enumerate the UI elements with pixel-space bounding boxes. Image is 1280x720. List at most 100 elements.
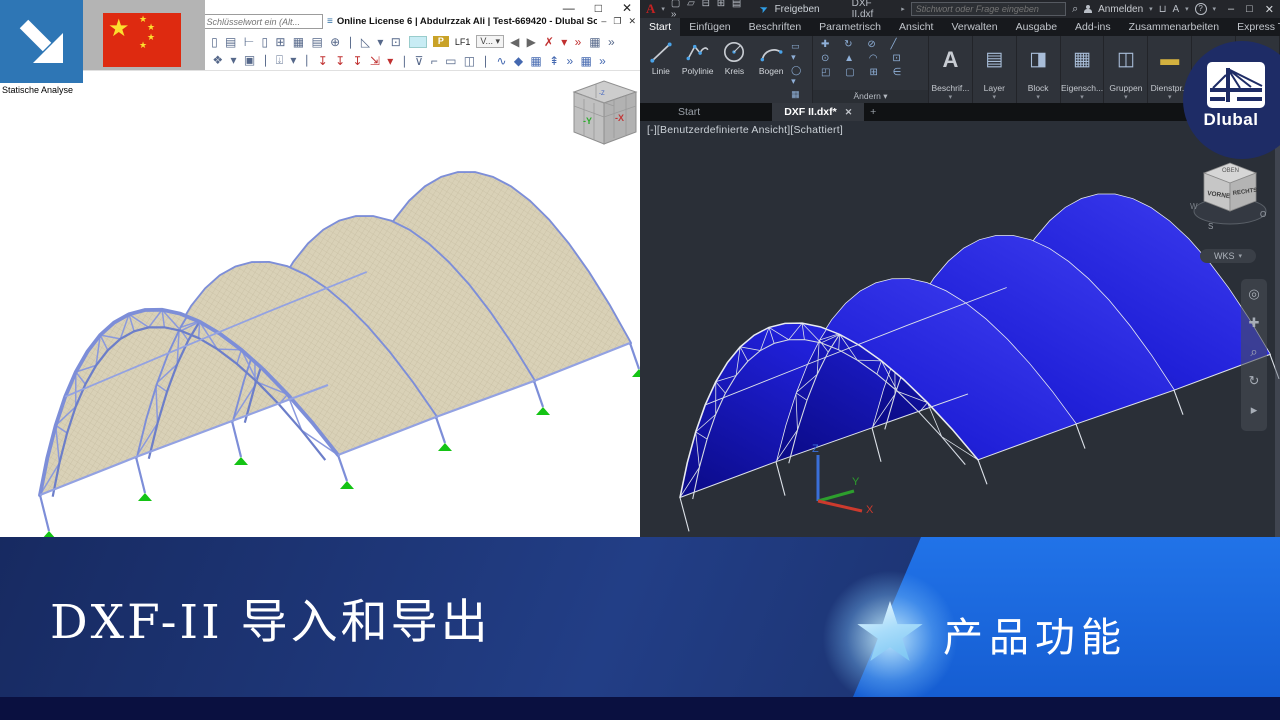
chevron-down-icon[interactable]: ▾ bbox=[661, 5, 665, 13]
navigation-bar[interactable]: ◎ ✚ ⌕ ↻ ▸ bbox=[1241, 279, 1267, 431]
autocad-window: A ▾ ▢ ▱ ⊟ ⊞ ▤ » ➤ Freigeben DXF II.dxf ▸… bbox=[640, 0, 1280, 537]
ribbon-tab-zusammenarbeiten[interactable]: Zusammenarbeiten bbox=[1120, 18, 1228, 36]
ribbon-tab-beschriften[interactable]: Beschriften bbox=[740, 18, 811, 36]
ribbon-tab-ausgabe[interactable]: Ausgabe bbox=[1007, 18, 1066, 36]
panel-label-aendern[interactable]: Ändern ▾ bbox=[813, 90, 928, 103]
ribbon-tab-addins[interactable]: Add-ins bbox=[1066, 18, 1120, 36]
viewcube-front-label[interactable]: -Y bbox=[583, 116, 592, 126]
polyline-tool-button[interactable]: Polylinie bbox=[681, 39, 715, 76]
rfem-toolbar-row2: ▾ ▢ ▾ ❖ ▾ ▣ ∣ ⍗ ▾ ∣ ↧ ↧ ↧ ⇲ ▾ ∣ ⊽ ⌐ ▭ ◫ … bbox=[167, 51, 640, 70]
panel-layer[interactable]: ▤ Layer ▾ bbox=[973, 36, 1017, 103]
chevron-down-icon[interactable]: ▾ bbox=[1149, 5, 1153, 13]
app-store-icon[interactable]: ⊔ bbox=[1159, 4, 1167, 15]
sign-in-button[interactable]: Anmelden bbox=[1098, 4, 1143, 15]
panel-beschriftung[interactable]: A Beschrif... ▾ bbox=[929, 36, 973, 103]
rfem-model-canvas[interactable] bbox=[0, 95, 640, 537]
close-tab-icon[interactable]: ✕ bbox=[845, 107, 853, 118]
panel-eigenschaften[interactable]: ▦ Eigensch... ▾ bbox=[1061, 36, 1105, 103]
calculator-icon[interactable]: ▦ » bbox=[589, 35, 616, 49]
app-icon-label: Statische Analyse bbox=[2, 85, 73, 95]
toolbar-separator bbox=[0, 70, 640, 71]
autocad-drawing-area[interactable]: [-][Benutzerdefinierte Ansicht][Schattie… bbox=[640, 121, 1280, 537]
svg-text:X: X bbox=[866, 504, 874, 516]
viewcube-top-label[interactable]: OBEN bbox=[1222, 168, 1239, 174]
chevron-right-icon[interactable]: ▸ bbox=[901, 5, 905, 13]
chevron-down-icon[interactable]: ▾ bbox=[1213, 5, 1217, 13]
autocad-model-canvas[interactable] bbox=[640, 121, 1280, 537]
ribbon-tab-start[interactable]: Start bbox=[640, 18, 680, 36]
help-icon[interactable]: ? bbox=[1195, 3, 1207, 15]
rfem-window: — □ ✕ ≡ Online License 6 | Abdulrzzak Al… bbox=[0, 0, 640, 537]
draw-extra-tools[interactable]: ▭ ▾ ◯ ▾ ▦ ▾ bbox=[791, 39, 808, 111]
file-tab-start[interactable]: Start bbox=[666, 103, 712, 121]
chevron-down-icon[interactable]: ▾ bbox=[1185, 5, 1189, 13]
user-icon bbox=[1084, 5, 1092, 13]
ribbon-tab-einfuegen[interactable]: Einfügen bbox=[680, 18, 739, 36]
ribbon-tab-parametrisch[interactable]: Parametrisch bbox=[810, 18, 890, 36]
rfem-inner-window-controls: – ❐ ✕ bbox=[601, 16, 638, 27]
china-flag: ★ ★ ★ ★ ★ bbox=[103, 13, 181, 67]
quick-access-toolbar[interactable]: ▢ ▱ ⊟ ⊞ ▤ » bbox=[671, 0, 754, 20]
new-tab-button[interactable]: + bbox=[864, 103, 882, 121]
filter-icons-group[interactable]: ✗ ▾ » bbox=[544, 35, 583, 49]
block-icon: ◨ bbox=[1029, 36, 1047, 83]
loadcase-nav-arrows[interactable]: ◀ ▶ bbox=[510, 35, 538, 49]
rfem-viewcube[interactable]: -Y -X -Z bbox=[556, 76, 644, 150]
compass-west-label[interactable]: W bbox=[1190, 202, 1198, 211]
properties-icon: ▦ bbox=[1073, 36, 1091, 83]
arc-tool-button[interactable]: Bogen bbox=[754, 39, 788, 76]
loadcase-label[interactable]: LF1 bbox=[455, 37, 471, 47]
circle-tool-button[interactable]: Kreis bbox=[718, 39, 752, 76]
minimize-icon[interactable]: – bbox=[601, 16, 606, 27]
document-title: DXF II.dxf bbox=[852, 0, 896, 20]
restore-icon[interactable]: ❐ bbox=[613, 16, 621, 27]
ribbon-tab-verwalten[interactable]: Verwalten bbox=[942, 18, 1006, 36]
measure-icon: ▬ bbox=[1160, 36, 1179, 83]
panel-block[interactable]: ◨ Block ▾ bbox=[1017, 36, 1061, 103]
dlubal-brand-text: Dlubal bbox=[1183, 110, 1279, 130]
bottom-strip bbox=[0, 697, 1280, 720]
banner-badge-label: 产品功能 bbox=[943, 605, 1127, 663]
viewcube-right-label[interactable]: -X bbox=[615, 113, 624, 123]
language-flag-panel: ★ ★ ★ ★ ★ bbox=[83, 0, 205, 70]
canvas-edge-scrollbar[interactable] bbox=[1275, 121, 1280, 537]
line-tool-button[interactable]: Linie bbox=[644, 39, 678, 76]
wcs-dropdown[interactable]: WKS ▾ bbox=[1200, 249, 1256, 263]
p-load-button[interactable]: P bbox=[433, 36, 449, 47]
color-swatch-icon[interactable] bbox=[409, 36, 427, 48]
edit-icons-group[interactable]: ∣ ⊽ ⌐ ▭ ◫ ∣ bbox=[401, 54, 490, 68]
static-analysis-app-icon[interactable] bbox=[0, 0, 83, 83]
search-options-icon[interactable]: ≡ bbox=[327, 16, 333, 27]
result-icons-group[interactable]: ∿ ◆ ▦ ⇞ » ▦ » bbox=[496, 54, 607, 68]
maximize-icon[interactable]: □ bbox=[1246, 3, 1253, 16]
viewport-controls-label[interactable]: [-][Benutzerdefinierte Ansicht][Schattie… bbox=[647, 124, 843, 136]
share-icon: ➤ bbox=[758, 2, 770, 16]
panel-gruppen[interactable]: ◫ Gruppen ▾ bbox=[1104, 36, 1148, 103]
share-button[interactable]: Freigeben bbox=[775, 4, 820, 15]
file-tab-dxf[interactable]: DXF II.dxf* ✕ bbox=[772, 103, 864, 121]
chevron-down-icon: ▾ bbox=[1239, 252, 1243, 260]
ucs-axis-icon: Z Y X bbox=[788, 441, 884, 517]
panel-aendern: ✚ ↻ ⊘ ╱ ⊙ ▲ ◠ ⊡ ◰ ▢ ⊞ ∈ Ändern ▾ bbox=[813, 36, 929, 103]
ribbon-tab-express-tools[interactable]: Express Tools bbox=[1228, 18, 1280, 36]
viewcube-top-label[interactable]: -Z bbox=[599, 91, 605, 97]
minimize-icon[interactable]: – bbox=[1228, 3, 1234, 16]
compass-south-label[interactable]: S bbox=[1208, 222, 1213, 231]
close-icon[interactable]: ✕ bbox=[1265, 3, 1274, 16]
help-search-input[interactable] bbox=[911, 2, 1066, 16]
search-icon[interactable]: ⌕ bbox=[1072, 3, 1078, 16]
autocad-titlebar: A ▾ ▢ ▱ ⊟ ⊞ ▤ » ➤ Freigeben DXF II.dxf ▸… bbox=[640, 0, 1280, 18]
ribbon-tab-ansicht[interactable]: Ansicht bbox=[890, 18, 942, 36]
modify-tools-grid[interactable]: ✚ ↻ ⊘ ╱ ⊙ ▲ ◠ ⊡ ◰ ▢ ⊞ ∈ bbox=[813, 36, 928, 90]
autocad-logo[interactable]: A bbox=[646, 1, 655, 17]
load-icons-group[interactable]: ↧ ↧ ↧ ⇲ ▾ bbox=[318, 54, 396, 68]
autocad-window-controls: – □ ✕ bbox=[1228, 3, 1274, 16]
close-icon[interactable]: ✕ bbox=[628, 16, 636, 27]
compass-east-label[interactable]: O bbox=[1260, 210, 1266, 219]
loadcase-select[interactable]: V... ▾ bbox=[476, 35, 504, 48]
autodesk-a-icon[interactable]: A bbox=[1173, 4, 1180, 15]
svg-text:Y: Y bbox=[852, 476, 860, 488]
banner-title: DXF-II 导入和导出 bbox=[50, 583, 491, 652]
autocad-viewcube[interactable]: OBEN VORNE RECHTS S O W bbox=[1188, 151, 1272, 247]
rfem-window-title: Online License 6 | Abdulrzzak Ali | Test… bbox=[337, 16, 598, 27]
